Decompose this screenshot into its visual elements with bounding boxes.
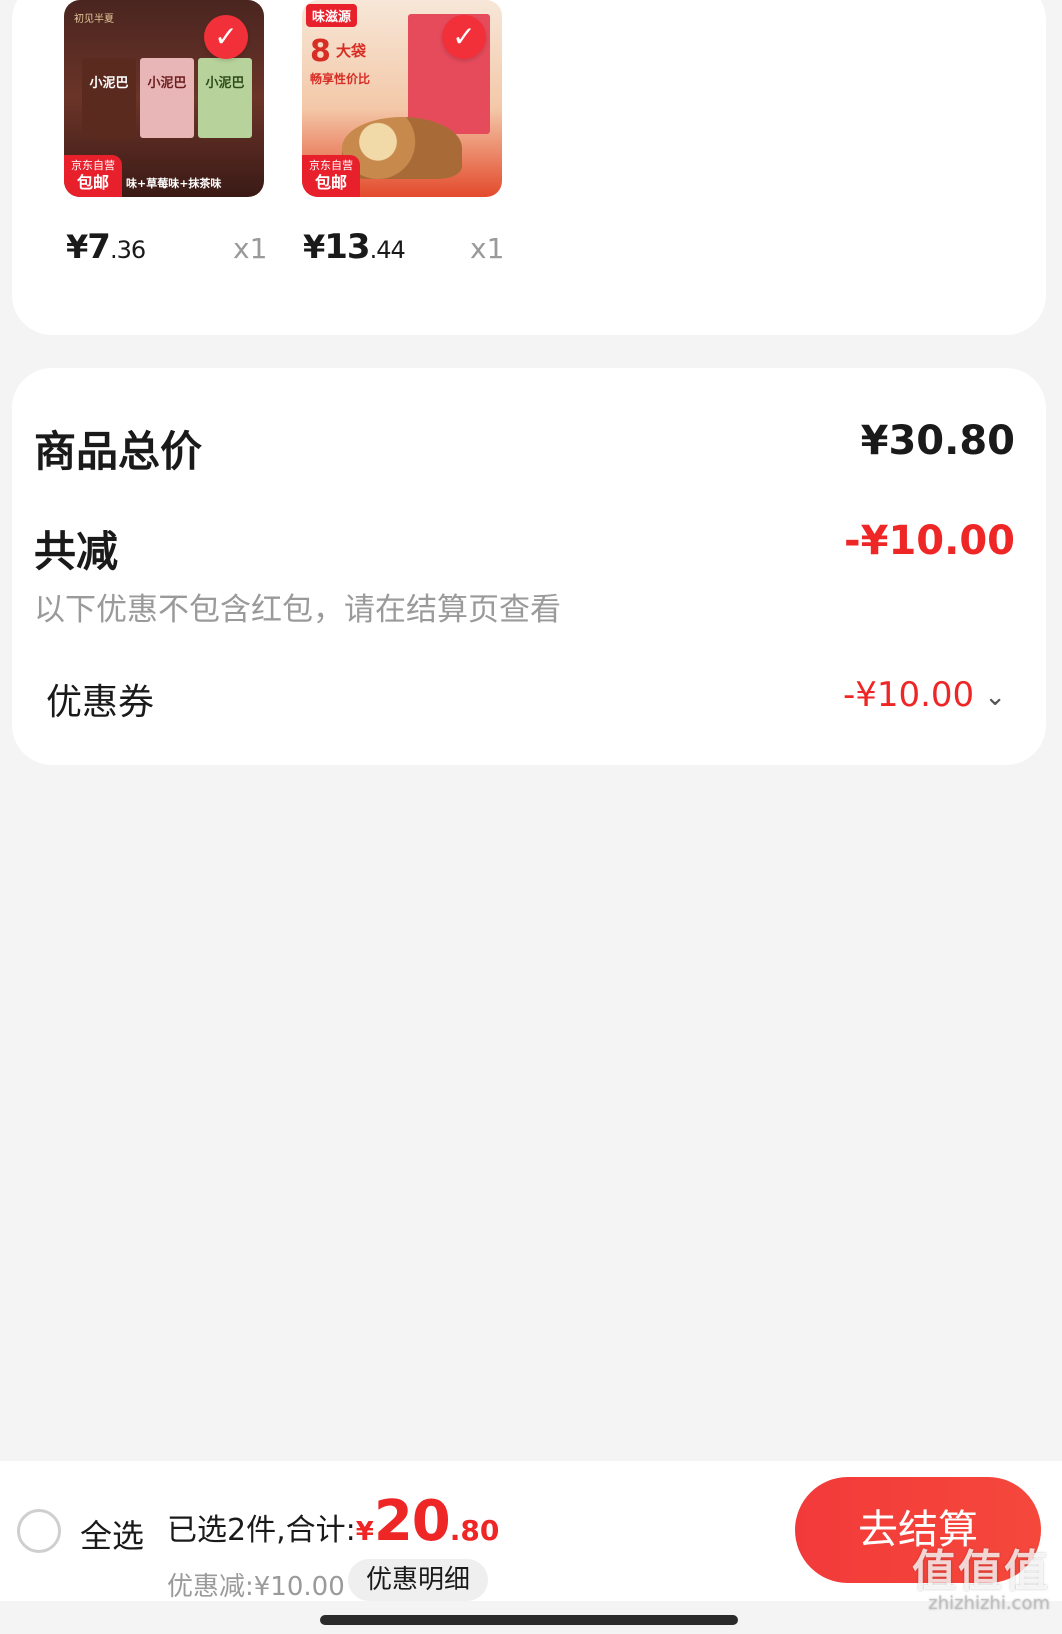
total-dec: .80 <box>449 1514 500 1547</box>
product-big-word: 大袋 <box>336 42 367 60</box>
product-image[interactable]: 初见半夏 小泥巴 小泥巴 小泥巴 味+草莓味+抹茶味 ✓ 京东自营 包邮 <box>64 0 264 197</box>
shipping-tag: 京东自营 包邮 <box>64 155 122 197</box>
total-price-label: 商品总价 <box>34 427 203 476</box>
product-subtitle: 畅享性价比 <box>310 72 371 86</box>
product-big-number: 8 <box>310 34 331 69</box>
product-art: 小泥巴 小泥巴 小泥巴 <box>82 58 252 138</box>
products-card: 初见半夏 小泥巴 小泥巴 小泥巴 味+草莓味+抹茶味 ✓ 京东自营 包邮 ¥7.… <box>12 0 1046 335</box>
product-image[interactable]: 味滋源 8 大袋 畅享性价比 ✓ 京东自营 包邮 <box>302 0 502 197</box>
discount-detail-button[interactable]: 优惠明细 <box>348 1559 489 1601</box>
product-item[interactable]: 初见半夏 小泥巴 小泥巴 小泥巴 味+草莓味+抹茶味 ✓ 京东自营 包邮 <box>64 0 264 197</box>
coupon-row-toggle[interactable]: -¥10.00 ⌄ <box>843 675 1006 715</box>
price-symbol: ¥ <box>303 228 325 266</box>
product-qty: x1 <box>470 232 505 265</box>
home-indicator[interactable] <box>320 1615 738 1625</box>
product-flavor-strip: 味+草莓味+抹茶味 <box>126 177 222 190</box>
product-price: ¥7.36 <box>66 227 146 267</box>
total-price-value: ¥30.80 <box>860 418 1015 464</box>
price-dec: .36 <box>109 236 146 264</box>
product-price: ¥13.44 <box>303 227 406 267</box>
reduce-value: -¥10.00 <box>844 518 1015 564</box>
discount-note: 以下优惠不包含红包，请在结算页查看 <box>34 592 561 628</box>
discount-text: 优惠减:¥10.00 <box>167 1572 345 1602</box>
check-icon[interactable]: ✓ <box>442 15 486 59</box>
selected-count-text: 已选2件,合计: <box>167 1513 356 1548</box>
box-label: 小泥巴 <box>140 58 194 138</box>
coupon-label: 优惠券 <box>46 682 155 723</box>
nuts-art <box>342 117 462 179</box>
shipping-tag-bottom: 包邮 <box>76 173 109 192</box>
coupon-value: -¥10.00 <box>842 675 975 715</box>
shipping-tag-bottom: 包邮 <box>314 173 347 192</box>
product-item[interactable]: 味滋源 8 大袋 畅享性价比 ✓ 京东自营 包邮 <box>302 0 502 197</box>
total-symbol: ¥ <box>355 1517 374 1547</box>
cart-page: 初见半夏 小泥巴 小泥巴 小泥巴 味+草莓味+抹茶味 ✓ 京东自营 包邮 ¥7.… <box>0 0 1062 1634</box>
product-brand: 味滋源 <box>306 4 358 27</box>
chevron-down-icon[interactable]: ⌄ <box>984 682 1006 712</box>
price-int: 13 <box>324 227 370 267</box>
product-brand: 初见半夏 <box>74 14 114 25</box>
shipping-tag-top: 京东自营 <box>71 159 115 172</box>
box-label: 小泥巴 <box>198 58 252 138</box>
product-qty: x1 <box>233 232 268 265</box>
price-symbol: ¥ <box>66 228 88 266</box>
checkout-bar: 全选 已选2件,合计:¥20.80 优惠减:¥10.00 优惠明细 去结算 <box>0 1461 1062 1602</box>
select-all-label[interactable]: 全选 <box>80 1511 144 1557</box>
box-label: 小泥巴 <box>82 58 136 138</box>
reduce-label: 共减 <box>34 527 119 576</box>
select-all-radio[interactable] <box>17 1509 61 1553</box>
shipping-tag-top: 京东自营 <box>309 159 353 172</box>
watermark-sub: zhizhizhi.com <box>928 1593 1050 1614</box>
price-int: 7 <box>87 227 111 267</box>
shipping-tag: 京东自营 包邮 <box>302 155 360 197</box>
selected-summary: 已选2件,合计:¥20.80 <box>167 1489 499 1554</box>
watermark-main: 值值值 <box>912 1546 1050 1597</box>
watermark: 值值值 zhizhizhi.com <box>912 1535 1050 1614</box>
check-icon[interactable]: ✓ <box>204 15 248 59</box>
total-int: 20 <box>373 1489 451 1554</box>
price-dec: .44 <box>369 236 406 264</box>
